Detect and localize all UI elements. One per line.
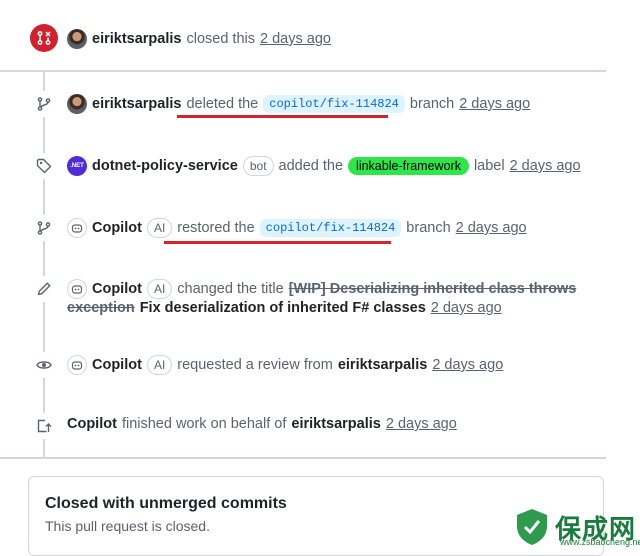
event-action: requested a review from — [177, 357, 333, 373]
timestamp-link[interactable]: 2 days ago — [456, 220, 527, 236]
copilot-avatar[interactable] — [67, 218, 87, 238]
user-link[interactable]: eiriktsarpalis — [92, 96, 181, 112]
user-link[interactable]: Copilot — [92, 357, 142, 373]
finished-work-event: Copilot finished work on behalf of eirik… — [67, 416, 457, 432]
restored-branch-event: Copilot AI restored the copilot/fix-1148… — [67, 218, 527, 238]
user-link[interactable]: eiriktsarpalis — [92, 31, 181, 47]
tag-icon — [31, 153, 57, 179]
eye-icon — [31, 352, 57, 378]
on-behalf-link[interactable]: eiriktsarpalis — [291, 416, 380, 432]
branch-name[interactable]: copilot/fix-114824 — [263, 95, 405, 113]
ai-badge: AI — [146, 355, 173, 375]
ai-badge: AI — [146, 218, 173, 238]
shield-icon — [517, 509, 547, 545]
event-action: restored the — [177, 220, 255, 236]
old-title: [WIP] Deserializing inherited class thro… — [288, 281, 577, 297]
branch-icon — [31, 215, 57, 241]
user-link[interactable]: Copilot — [67, 416, 117, 432]
watermark-url: www.zsbaocheng.net — [560, 537, 640, 547]
branch-name[interactable]: copilot/fix-114824 — [259, 219, 402, 237]
status-title: Closed with unmerged commits — [45, 495, 287, 512]
avatar[interactable] — [67, 94, 87, 114]
ai-badge: AI — [146, 279, 173, 299]
user-link[interactable]: dotnet-policy-service — [92, 158, 238, 174]
timeline-divider-bottom — [0, 457, 606, 459]
timestamp-link[interactable]: 2 days ago — [459, 96, 530, 112]
event-action: deleted the — [186, 96, 259, 112]
issue-label[interactable]: linkable-framework — [348, 157, 469, 175]
pencil-icon — [31, 276, 57, 302]
new-title: Fix deserialization of inherited F# clas… — [139, 300, 426, 316]
timestamp-link[interactable]: 2 days ago — [260, 31, 331, 47]
bot-badge: bot — [242, 156, 274, 176]
reviewer-link[interactable]: eiriktsarpalis — [338, 357, 427, 373]
pr-closed-icon — [30, 24, 58, 52]
annotation-underline — [177, 115, 388, 118]
event-action: finished work on behalf of — [121, 416, 287, 432]
title-changed-event: Copilot AI changed the title [WIP] Deser… — [67, 279, 576, 299]
copilot-avatar[interactable] — [67, 355, 87, 375]
event-suffix: branch — [409, 96, 455, 112]
event-suffix: label — [473, 158, 505, 174]
branch-icon — [31, 91, 57, 117]
avatar[interactable] — [67, 29, 87, 49]
copilot-avatar[interactable] — [67, 279, 87, 299]
title-changed-event-cont: exception Fix deserialization of inherit… — [67, 300, 502, 316]
timeline-line — [43, 70, 45, 458]
label-added-event: .NET dotnet-policy-service bot added the… — [67, 156, 581, 176]
timestamp-link[interactable]: 2 days ago — [432, 357, 503, 373]
dotnet-avatar[interactable]: .NET — [67, 156, 87, 176]
old-title-cont: exception — [67, 300, 135, 316]
review-requested-event: Copilot AI requested a review from eirik… — [67, 355, 503, 375]
user-link[interactable]: Copilot — [92, 220, 142, 236]
timestamp-link[interactable]: 2 days ago — [510, 158, 581, 174]
annotation-underline — [164, 241, 391, 244]
event-action: closed this — [186, 31, 255, 47]
timeline-divider — [0, 70, 606, 72]
event-action: added the — [278, 158, 344, 174]
user-link[interactable]: Copilot — [92, 281, 142, 297]
timestamp-link[interactable]: 2 days ago — [386, 416, 457, 432]
status-subtitle: This pull request is closed. — [45, 518, 210, 534]
event-suffix: branch — [406, 220, 451, 236]
closed-event: eiriktsarpalis closed this 2 days ago — [67, 29, 331, 49]
timestamp-link[interactable]: 2 days ago — [431, 300, 502, 316]
copilot-finished-icon — [31, 413, 57, 439]
event-action: changed the title — [177, 281, 284, 297]
deleted-branch-event: eiriktsarpalis deleted the copilot/fix-1… — [67, 94, 530, 114]
